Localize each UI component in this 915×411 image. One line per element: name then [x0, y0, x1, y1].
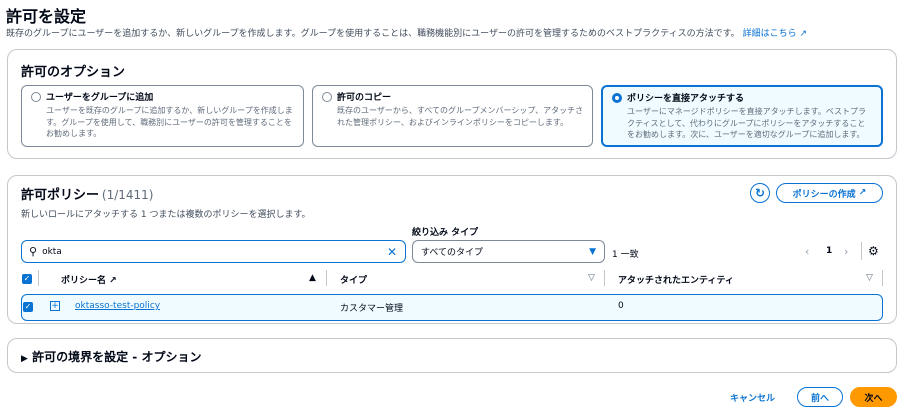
prev-page-icon[interactable]: ‹ [805, 245, 809, 258]
boundary-header[interactable]: ▶ 許可の境界を設定 - オプション [21, 348, 201, 365]
external-link-icon: ↗ [109, 276, 117, 286]
option-attach-policies[interactable]: ポリシーを直接アタッチするユーザーにマネージドポリシーを直接アタッチします。ベス… [601, 85, 883, 147]
sort-ascending-icon[interactable]: ▲ [309, 273, 316, 283]
next-label: 次へ [864, 393, 883, 404]
page-description: 既存のグループにユーザーを追加するか、新しいグループを作成します。グループを使用… [6, 26, 807, 39]
table-row[interactable]: ✓ + oktasso-test-policy カスタマー管理 0 [21, 294, 883, 321]
boundary-title: 許可の境界を設定 - オプション [32, 350, 202, 364]
column-label: ポリシー名 [61, 276, 107, 286]
description-text: 既存のグループにユーザーを追加するか、新しいグループを作成します。グループを使用… [6, 29, 740, 39]
type-select[interactable]: すべてのタイプ ▼ [412, 240, 605, 263]
gear-icon[interactable]: ⚙ [868, 244, 879, 258]
clear-icon[interactable]: ✕ [387, 245, 397, 259]
next-page-icon[interactable]: › [844, 245, 848, 258]
expand-icon[interactable]: + [50, 301, 60, 311]
permission-policies-panel: 許可ポリシー (1/1411) 新しいロールにアタッチする 1 つまたは複数のポ… [7, 175, 897, 324]
permission-options-panel: 許可のオプション ユーザーをグループに追加ユーザーを既存のグループに追加するか、… [7, 49, 897, 159]
refresh-icon: ↻ [754, 186, 766, 200]
caret-right-icon: ▶ [21, 354, 28, 364]
policies-header: 許可ポリシー (1/1411) [21, 184, 153, 203]
policy-name-link[interactable]: oktasso-test-policy [75, 301, 160, 311]
policies-count: (1/1411) [101, 188, 154, 202]
option-title: ユーザーをグループに追加 [46, 93, 154, 103]
search-icon: ⚲ [29, 245, 38, 258]
divider [882, 270, 883, 286]
permissions-boundary-panel[interactable]: ▶ 許可の境界を設定 - オプション [7, 338, 897, 373]
external-link-icon: ↗ [858, 188, 867, 198]
search-input[interactable]: ⚲ okta ✕ [21, 240, 406, 263]
radio-copy-permissions[interactable] [322, 92, 332, 102]
previous-button[interactable]: 前へ [797, 387, 843, 407]
learn-more-label: 詳細はこちら [742, 29, 797, 39]
row-checkbox[interactable]: ✓ [23, 302, 33, 312]
sort-icon[interactable]: ▽ [588, 273, 595, 283]
refresh-button[interactable]: ↻ [750, 183, 770, 203]
cancel-button[interactable]: キャンセル [730, 391, 775, 404]
divider [326, 270, 327, 286]
divider [861, 242, 862, 260]
external-link-icon: ↗ [799, 29, 807, 39]
page-number[interactable]: 1 [826, 246, 832, 256]
previous-label: 前へ [810, 393, 829, 404]
learn-more-link[interactable]: 詳細はこちら ↗ [743, 29, 807, 39]
option-copy-permissions[interactable]: 許可のコピー既存のユーザーから、すべてのグループメンバーシップ、アタッチされた管… [312, 85, 593, 147]
filter-type-label: 絞り込み タイプ [412, 228, 479, 238]
divider [38, 270, 39, 286]
column-policy-name[interactable]: ポリシー名 ↗ [61, 273, 117, 286]
divider [604, 270, 605, 286]
column-attached-entities[interactable]: アタッチされたエンティティ [618, 273, 734, 286]
option-desc: ユーザーを既存のグループに追加するか、新しいグループを作成します。グループを使用… [46, 106, 293, 138]
chevron-down-icon: ▼ [589, 246, 596, 257]
radio-attach-policies[interactable] [612, 93, 622, 103]
attached-entities: 0 [618, 301, 624, 311]
option-add-to-group[interactable]: ユーザーをグループに追加ユーザーを既存のグループに追加するか、新しいグループを作… [21, 85, 304, 147]
match-count: 1 一致 [612, 250, 639, 260]
policies-description: 新しいロールにアタッチする 1 つまたは複数のポリシーを選択します。 [21, 210, 311, 220]
select-all-checkbox[interactable]: ✓ [22, 274, 32, 284]
option-title: ポリシーを直接アタッチする [627, 94, 745, 104]
option-desc: ユーザーにマネージドポリシーを直接アタッチします。ベストプラクティスとして、代わ… [627, 107, 867, 139]
column-type[interactable]: タイプ [340, 273, 367, 286]
next-button[interactable]: 次へ [850, 387, 897, 407]
create-policy-label: ポリシーの作成 [792, 189, 856, 200]
create-policy-button[interactable]: ポリシーの作成 ↗ [776, 183, 883, 203]
radio-add-to-group[interactable] [31, 92, 41, 102]
type-value: すべてのタイプ [421, 248, 484, 258]
options-title: 許可のオプション [21, 65, 126, 80]
option-title: 許可のコピー [337, 93, 392, 103]
page-title: 許可を設定 [6, 7, 87, 26]
policy-type: カスタマー管理 [340, 304, 404, 314]
option-desc: 既存のユーザーから、すべてのグループメンバーシップ、アタッチされた管理ポリシー、… [337, 106, 584, 127]
policies-title: 許可ポリシー [21, 188, 100, 203]
sort-icon[interactable]: ▽ [866, 273, 873, 283]
search-value: okta [42, 246, 62, 257]
